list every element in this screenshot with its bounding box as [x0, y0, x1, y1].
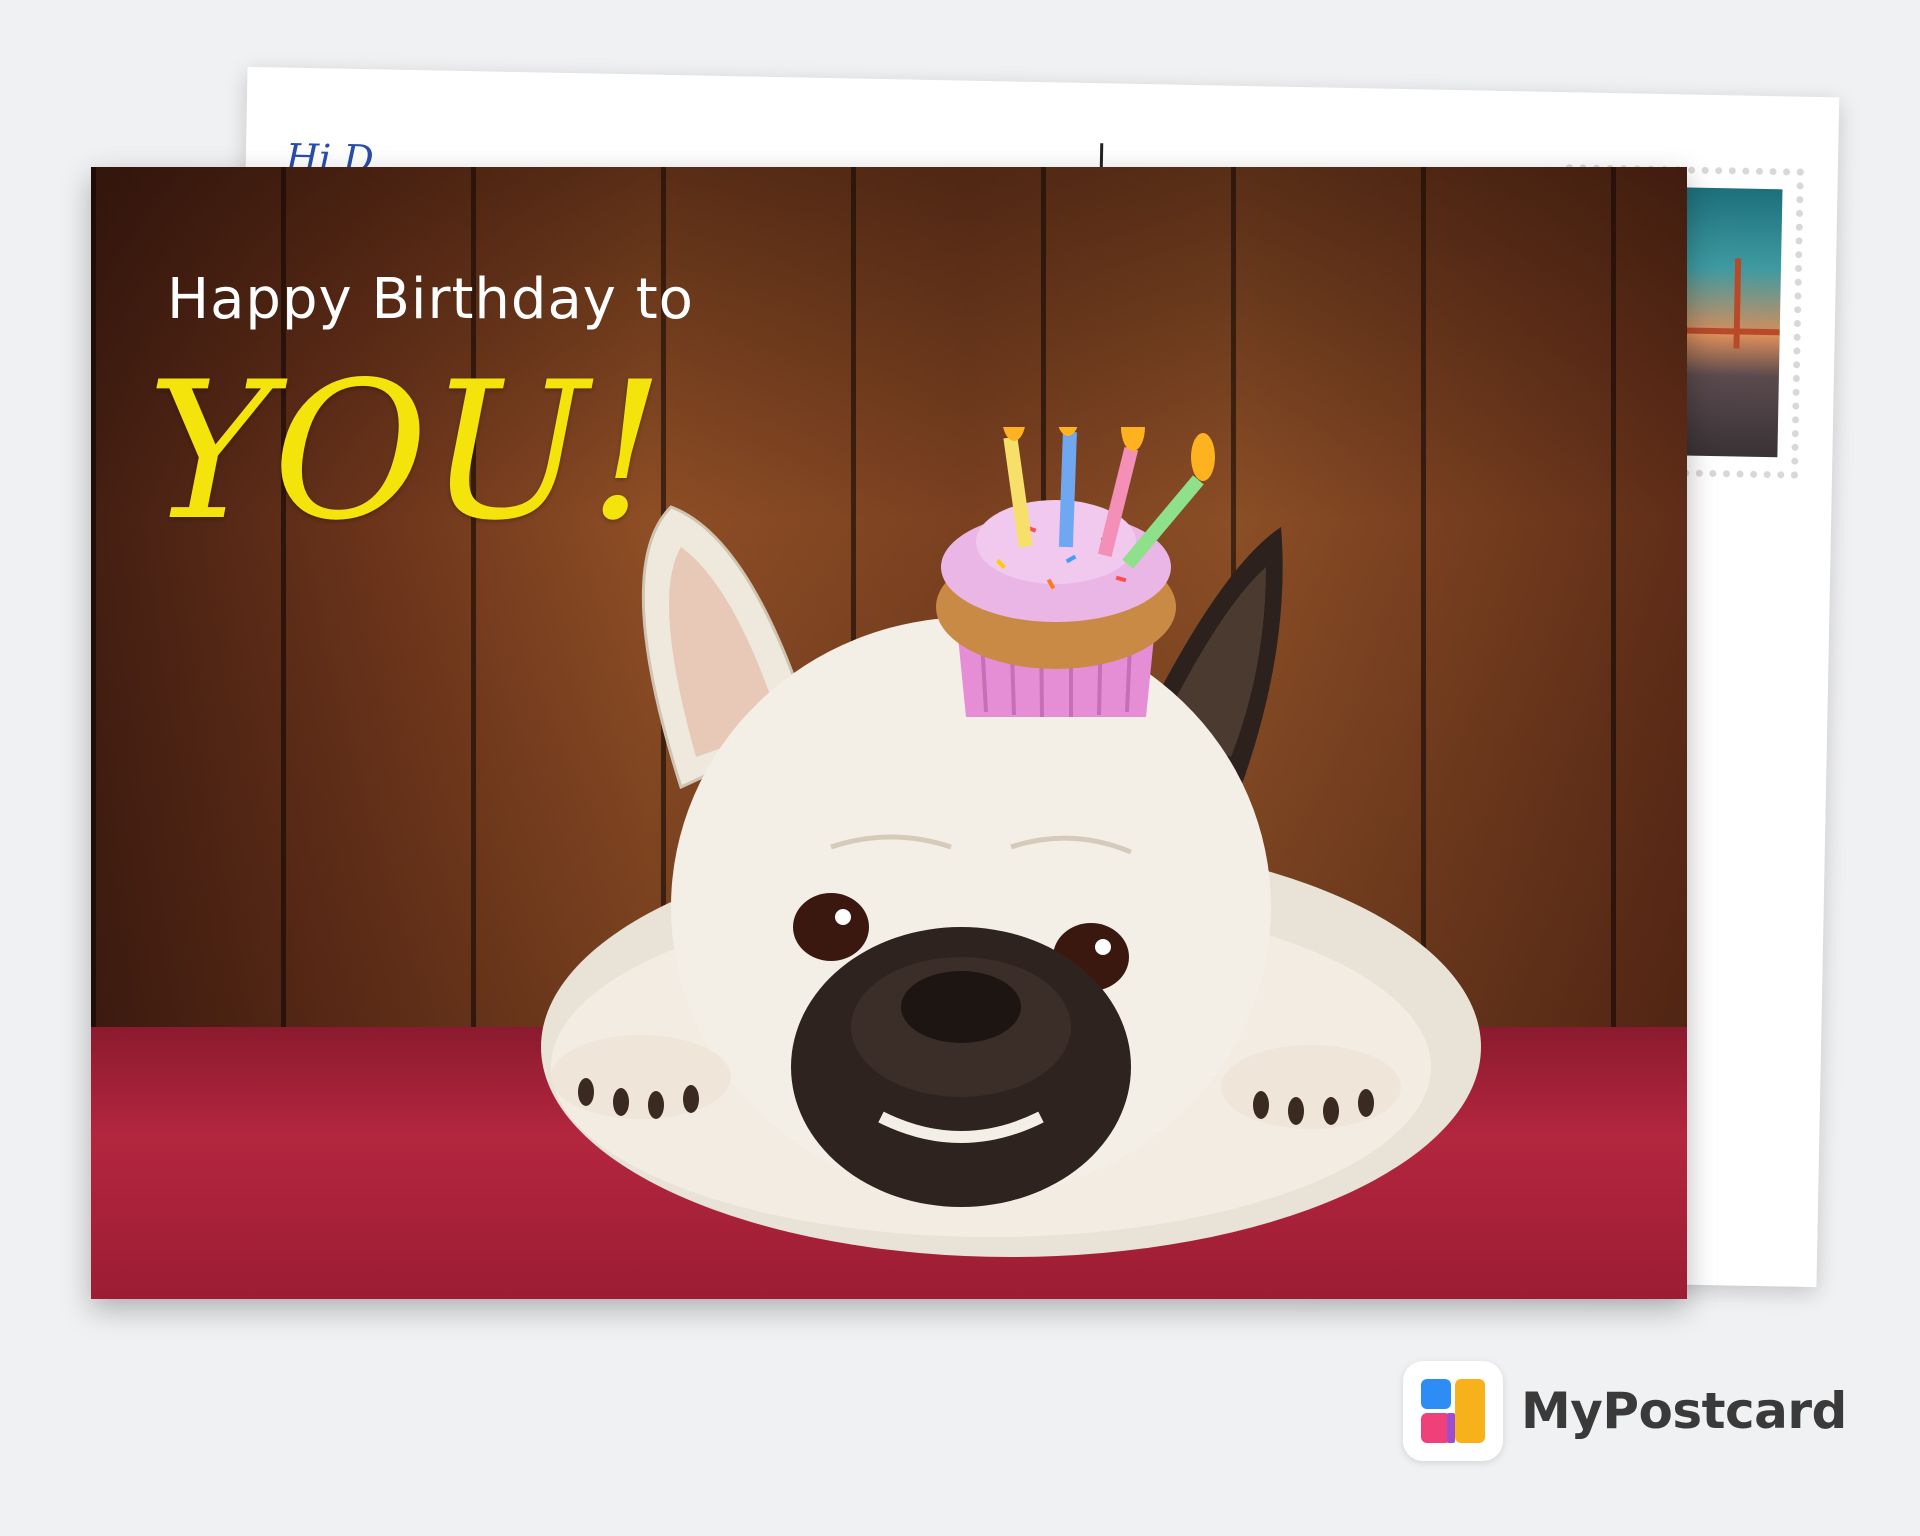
mypostcard-logo-icon	[1403, 1361, 1503, 1461]
greeting-line: Happy Birthday to	[167, 267, 694, 332]
brand-name: MyPostcard	[1521, 1382, 1847, 1440]
mypostcard-logo: MyPostcard	[1403, 1360, 1847, 1462]
cupcake-icon	[936, 500, 1176, 718]
bridge-tower-icon	[1733, 258, 1742, 349]
greeting-headline: YOU!	[147, 341, 665, 562]
postcard-front: Happy Birthday to YOU!	[91, 167, 1687, 1299]
